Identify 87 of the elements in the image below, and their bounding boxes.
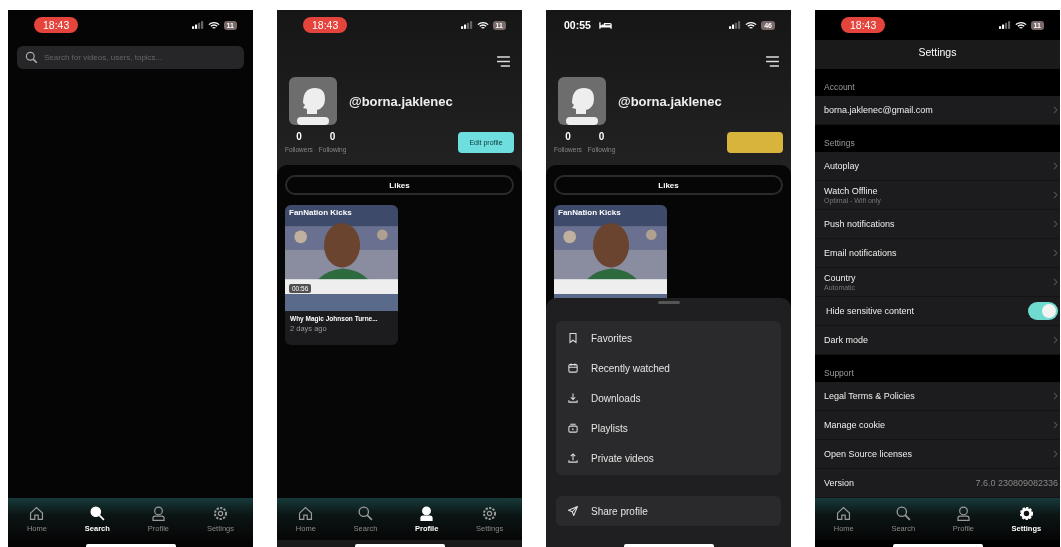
- screen-title: Settings: [815, 40, 1060, 69]
- version-number: 7.6.0 230809082336: [975, 478, 1058, 488]
- likes-tab[interactable]: Likes: [554, 175, 783, 195]
- calendar-icon: [567, 362, 579, 374]
- status-time: 00:55: [563, 18, 592, 33]
- search-icon: [356, 505, 374, 522]
- chevron-icon: [1053, 392, 1058, 400]
- gear-icon: [481, 505, 499, 522]
- stat-count: 0: [296, 131, 302, 142]
- row-label: Autoplay: [824, 161, 860, 171]
- upload-icon: [567, 452, 579, 464]
- row-label: Watch Offline: [824, 186, 879, 196]
- toggle-switch[interactable]: [1028, 302, 1058, 320]
- channel-name: FanNation Kicks: [558, 208, 621, 217]
- person-icon: [954, 505, 972, 522]
- wifi-icon: [1014, 20, 1027, 30]
- home-icon: [28, 505, 46, 522]
- chevron-icon: [1053, 106, 1058, 114]
- chevron-icon: [1053, 162, 1058, 170]
- row-label: Manage cookie: [824, 420, 886, 430]
- send-icon: [567, 505, 579, 517]
- menu-item[interactable]: Downloads: [556, 383, 781, 413]
- settings-row[interactable]: Open Source licenses: [815, 440, 1060, 469]
- menu-item[interactable]: Recently watched: [556, 353, 781, 383]
- row-label: Version: [824, 478, 855, 488]
- search-icon: [894, 505, 912, 522]
- chevron-icon: [1053, 421, 1058, 429]
- row-label: Email notifications: [824, 248, 897, 258]
- signal-icon: [998, 21, 1011, 29]
- status-time: 18:43: [841, 17, 886, 33]
- wifi-icon: [745, 20, 758, 30]
- row-label: Legal Terms & Policies: [824, 391, 915, 401]
- settings-row[interactable]: Email notifications: [815, 239, 1060, 268]
- settings-row[interactable]: Manage cookie: [815, 411, 1060, 440]
- signal-icon: [729, 21, 742, 29]
- row-label: Open Source licenses: [824, 449, 913, 459]
- stat-count: 0: [598, 131, 605, 142]
- chevron-icon: [1053, 220, 1058, 228]
- row-label: Hide sensitive content: [825, 306, 915, 316]
- menu-item[interactable]: Playlists: [556, 413, 781, 443]
- settings-row[interactable]: Push notifications: [815, 210, 1060, 239]
- chevron-icon: [1053, 249, 1058, 257]
- row-label: Country: [824, 273, 856, 283]
- settings-row[interactable]: Dark mode: [815, 326, 1060, 355]
- stat-count: 0: [329, 131, 336, 142]
- row-label: borna.jaklenec@gmail.com: [824, 105, 933, 115]
- wifi-icon: [207, 20, 220, 30]
- menu-icon[interactable]: [766, 56, 779, 67]
- chevron-icon: [1053, 191, 1058, 199]
- section-heading: Settings: [823, 137, 856, 150]
- settings-row[interactable]: Hide sensitive content: [815, 297, 1060, 326]
- status-time: 18:43: [34, 17, 79, 33]
- search-icon: [88, 505, 106, 522]
- settings-row[interactable]: borna.jaklenec@gmail.com: [815, 96, 1060, 125]
- settings-row[interactable]: Legal Terms & Policies: [815, 382, 1060, 411]
- chevron-icon: [1053, 278, 1058, 286]
- username: @borna.jaklenec: [349, 93, 453, 109]
- person-icon: [149, 505, 167, 522]
- settings-row[interactable]: Autoplay: [815, 152, 1060, 181]
- section-heading: Support: [823, 367, 855, 380]
- playlist-icon: [567, 422, 579, 434]
- likes-tab[interactable]: Likes: [285, 175, 514, 195]
- person-icon: [418, 505, 436, 522]
- row-label: Push notifications: [824, 219, 895, 229]
- avatar-icon: [289, 77, 337, 125]
- username: @borna.jaklenec: [618, 93, 722, 109]
- chevron-icon: [1053, 450, 1058, 458]
- section-heading: Account: [823, 81, 856, 94]
- signal-icon: [191, 21, 204, 29]
- gear-icon: [211, 505, 229, 522]
- channel-name: FanNation Kicks: [289, 208, 352, 217]
- sheet-handle[interactable]: [657, 301, 680, 304]
- download-icon: [567, 392, 579, 404]
- bookmark-icon: [567, 332, 579, 344]
- menu-icon[interactable]: [497, 56, 510, 67]
- home-icon: [297, 505, 315, 522]
- menu-item[interactable]: Private videos: [556, 443, 781, 473]
- home-icon: [835, 505, 853, 522]
- avatar-icon: [558, 77, 606, 125]
- gear-icon: [1017, 505, 1035, 522]
- stat-count: 0: [565, 131, 571, 142]
- share-profile-button[interactable]: Share profile: [556, 496, 781, 526]
- wifi-icon: [476, 20, 489, 30]
- chevron-icon: [1053, 336, 1058, 344]
- status-time: 18:43: [303, 17, 348, 33]
- signal-icon: [460, 21, 473, 29]
- row-label: Dark mode: [824, 335, 868, 345]
